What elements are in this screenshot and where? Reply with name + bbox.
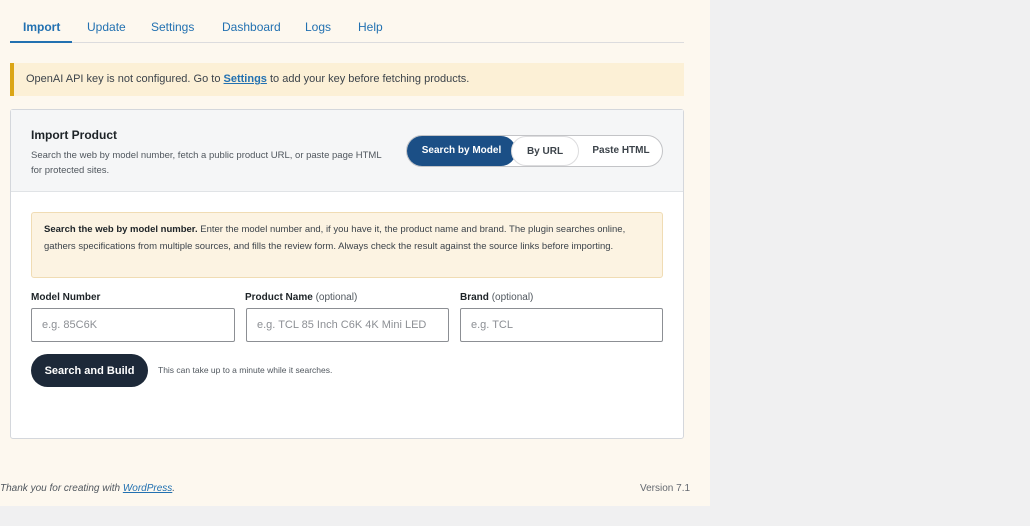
mode-paste-html-button[interactable]: Paste HTML	[579, 136, 663, 166]
admin-page: Import Update Settings Dashboard Logs He…	[0, 0, 710, 506]
footer-credit: Thank you for creating with WordPress.	[0, 483, 175, 494]
import-product-card: Import Product Search the web by model n…	[10, 109, 684, 439]
brand-label: Brand (optional)	[460, 292, 533, 303]
search-duration-hint: This can take up to a minute while it se…	[158, 365, 333, 375]
model-number-input[interactable]	[31, 308, 235, 342]
info-heading: Search the web by model number.	[44, 224, 198, 235]
import-mode-switcher: Search by Model By URL Paste HTML	[406, 135, 663, 167]
model-number-label: Model Number	[31, 292, 100, 303]
tab-update[interactable]: Update	[87, 20, 126, 34]
product-name-optional-tag: (optional)	[315, 292, 358, 303]
mode-by-url-button[interactable]: By URL	[511, 136, 579, 166]
footer-version: Version 7.1	[640, 483, 691, 494]
brand-optional-tag: (optional)	[491, 292, 534, 303]
tab-settings[interactable]: Settings	[151, 20, 194, 34]
card-title: Import Product	[31, 128, 117, 142]
wordpress-link[interactable]: WordPress	[123, 483, 172, 494]
brand-label-text: Brand	[460, 292, 489, 303]
product-name-label: Product Name (optional)	[245, 292, 357, 303]
tab-logs[interactable]: Logs	[305, 20, 331, 34]
footer-credit-suffix: .	[172, 483, 176, 494]
product-name-label-text: Product Name	[245, 292, 313, 303]
mode-search-by-model-button[interactable]: Search by Model	[407, 136, 516, 166]
notice-text-prefix: OpenAI API key is not configured. Go to	[26, 73, 224, 85]
search-and-build-button[interactable]: Search and Build	[31, 354, 148, 387]
search-mode-info-box: Search the web by model number. Enter th…	[31, 212, 663, 278]
product-name-input[interactable]	[246, 308, 449, 342]
brand-input[interactable]	[460, 308, 663, 342]
card-description: Search the web by model number, fetch a …	[31, 150, 382, 176]
nav-tabs: Import Update Settings Dashboard Logs He…	[10, 0, 684, 43]
tab-dashboard[interactable]: Dashboard	[222, 20, 281, 34]
notice-text-suffix: to add your key before fetching products…	[266, 73, 470, 85]
model-number-label-text: Model Number	[31, 292, 101, 303]
card-header: Import Product Search the web by model n…	[11, 110, 683, 192]
footer-credit-prefix: Thank you for creating with	[0, 483, 123, 494]
api-key-warning-notice: OpenAI API key is not configured. Go to …	[10, 63, 684, 96]
active-tab-indicator	[10, 41, 72, 43]
notice-settings-link[interactable]: Settings	[224, 73, 267, 85]
tab-import[interactable]: Import	[23, 20, 60, 34]
tab-help[interactable]: Help	[358, 20, 383, 34]
